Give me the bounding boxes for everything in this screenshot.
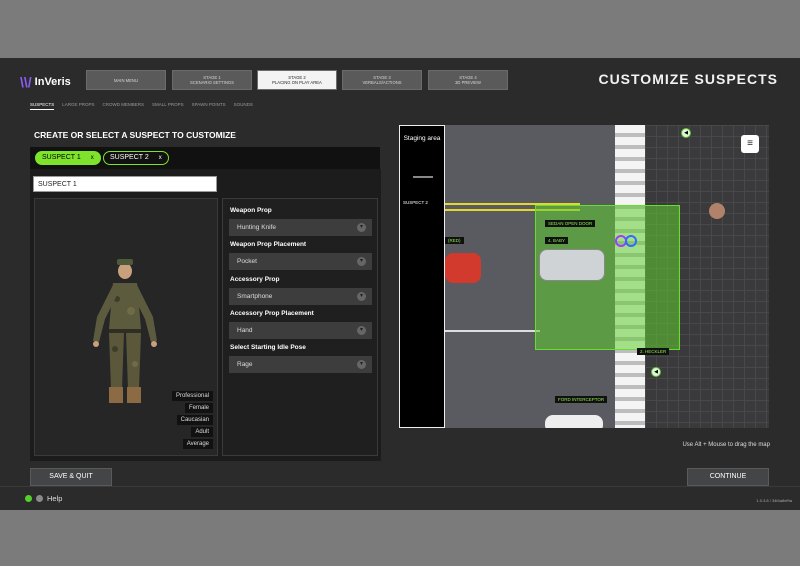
footer-divider xyxy=(0,486,800,487)
map-tag-baby: 4. BABY xyxy=(545,237,569,244)
suspect-chip-2[interactable]: SUSPECT 2 x xyxy=(103,151,169,165)
sub-navigation: SUSPECTS LARGE PROPS CROWD MEMBERS SMALL… xyxy=(30,102,253,110)
staging-title: Staging area xyxy=(403,135,441,142)
version-label: 1.0.3.8 / 34f4a8ef9a xyxy=(756,498,792,503)
trait-age[interactable]: Adult xyxy=(191,427,213,437)
stage-2-button[interactable]: STAGE 2 PLACING ON PLAY AREA xyxy=(257,70,337,90)
status-dot-icon xyxy=(25,495,32,502)
accessory-placement-select[interactable]: Hand ▾ xyxy=(229,322,372,339)
weapon-placement-select[interactable]: Pocket ▾ xyxy=(229,253,372,270)
sedan-car[interactable] xyxy=(539,249,605,281)
weapon-prop-select[interactable]: Hunting Knife ▾ xyxy=(229,219,372,236)
stage-3-button[interactable]: STAGE 3 VERBALS/ACTIONS xyxy=(342,70,422,90)
sound-icon[interactable]: ◀ xyxy=(681,128,691,138)
help-area: Help xyxy=(25,494,62,503)
close-icon[interactable]: x xyxy=(159,152,162,164)
select-value: Smartphone xyxy=(237,293,273,300)
map-tag-heckler: 2. HECKLER xyxy=(637,348,670,355)
staging-divider xyxy=(413,176,433,178)
character-preview: Professional Female Caucasian Adult Aver… xyxy=(34,198,218,456)
chevron-down-icon: ▾ xyxy=(357,326,366,335)
close-icon[interactable]: x xyxy=(91,152,94,164)
help-link[interactable]: Help xyxy=(47,494,62,503)
map-hint: Use Alt + Mouse to drag the map xyxy=(682,442,770,448)
logo-mark-icon: \\/ xyxy=(20,74,32,90)
stage-label: PLACING ON PLAY AREA xyxy=(272,80,322,85)
trait-gender[interactable]: Female xyxy=(184,403,213,413)
save-quit-button[interactable]: SAVE & QUIT xyxy=(30,468,112,486)
stage-label: VERBALS/ACTIONS xyxy=(362,80,402,85)
ford-car[interactable] xyxy=(545,415,603,428)
select-value: Hunting Knife xyxy=(237,224,277,231)
suspect-chip-label: SUSPECT 2 xyxy=(110,154,149,161)
prop-form: Weapon Prop Hunting Knife ▾ Weapon Prop … xyxy=(222,198,378,456)
stage-label: 3D PREVIEW xyxy=(455,80,481,85)
lane-marking xyxy=(445,330,540,332)
red-car[interactable] xyxy=(445,253,481,283)
continue-button[interactable]: CONTINUE xyxy=(687,468,769,486)
app-window: \\/ InVeris MAIN MENU STAGE 1 SCENARIO S… xyxy=(0,58,800,510)
stage-1-button[interactable]: STAGE 1 SCENARIO SETTINGS xyxy=(172,70,252,90)
weapon-placement-label: Weapon Prop Placement xyxy=(230,241,307,248)
suspect-name-input[interactable] xyxy=(33,176,217,192)
select-value: Rage xyxy=(237,361,253,368)
select-value: Pocket xyxy=(237,258,257,265)
tab-suspects[interactable]: SUSPECTS xyxy=(30,102,55,110)
map-tag-sedan: SEDAN OPEN DOOR xyxy=(545,220,596,227)
suspect-marker-blue[interactable] xyxy=(625,235,637,247)
map-tag-red: (RED) xyxy=(445,237,464,244)
accessory-prop-select[interactable]: Smartphone ▾ xyxy=(229,288,372,305)
staging-area[interactable]: Staging area SUSPECT 2 xyxy=(399,125,445,428)
logo-text: InVeris xyxy=(34,76,71,88)
trait-build[interactable]: Average xyxy=(182,439,213,449)
section-title: CREATE OR SELECT A SUSPECT TO CUSTOMIZE xyxy=(34,130,236,140)
page-title: CUSTOMIZE SUSPECTS xyxy=(598,71,778,87)
chevron-down-icon: ▾ xyxy=(357,292,366,301)
select-value: Hand xyxy=(237,327,253,334)
trait-ethnicity[interactable]: Caucasian xyxy=(176,415,213,425)
layers-icon[interactable]: ≡ xyxy=(741,135,759,153)
trait-occupation[interactable]: Professional xyxy=(171,391,213,401)
tab-small-props[interactable]: SMALL PROPS xyxy=(152,102,184,110)
idle-pose-select[interactable]: Rage ▾ xyxy=(229,356,372,373)
tab-crowd-members[interactable]: CROWD MEMBERS xyxy=(103,102,145,110)
tab-sounds[interactable]: SOUNDS xyxy=(234,102,253,110)
play-area-map[interactable]: ◀ ◀ SEDAN OPEN DOOR 4. BABY (RED) 2. HEC… xyxy=(399,125,769,428)
idle-pose-label: Select Starting Idle Pose xyxy=(230,344,306,351)
stage-label: MAIN MENU xyxy=(114,78,138,83)
weapon-prop-label: Weapon Prop xyxy=(230,207,272,214)
chevron-down-icon: ▾ xyxy=(357,223,366,232)
staging-suspect-2[interactable]: SUSPECT 2 xyxy=(403,200,428,205)
stage-4-button[interactable]: STAGE 4 3D PREVIEW xyxy=(428,70,508,90)
person-marker[interactable] xyxy=(709,203,725,219)
tab-large-props[interactable]: LARGE PROPS xyxy=(62,102,94,110)
sound-icon[interactable]: ◀ xyxy=(651,367,661,377)
suspect-chip-1[interactable]: SUSPECT 1 x xyxy=(35,151,101,165)
map-tag-ford: FORD INTERCEPTOR xyxy=(555,396,608,403)
tab-spawn-points[interactable]: SPAWN POINTS xyxy=(192,102,226,110)
suspect-chip-label: SUSPECT 1 xyxy=(42,154,81,161)
accessory-placement-label: Accessory Prop Placement xyxy=(230,310,314,317)
main-menu-button[interactable]: MAIN MENU xyxy=(86,70,166,90)
app-logo: \\/ InVeris xyxy=(20,74,71,90)
chevron-down-icon: ▾ xyxy=(357,360,366,369)
chevron-down-icon: ▾ xyxy=(357,257,366,266)
status-dot-icon xyxy=(36,495,43,502)
accessory-prop-label: Accessory Prop xyxy=(230,276,280,283)
stage-label: SCENARIO SETTINGS xyxy=(190,80,234,85)
trait-list: Professional Female Caucasian Adult Aver… xyxy=(171,391,213,449)
suspect-chip-bar: SUSPECT 1 x SUSPECT 2 x xyxy=(30,147,380,169)
